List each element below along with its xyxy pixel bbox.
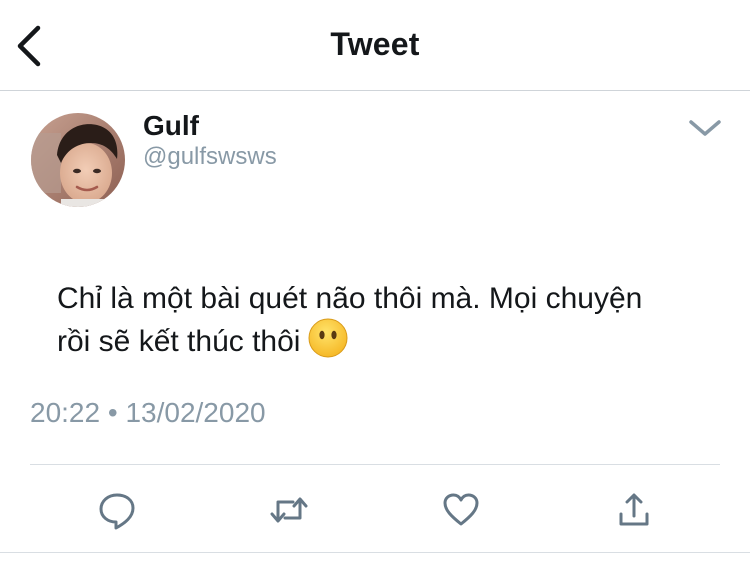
tweet-text-line: rồi sẽ kết thúc thôi: [57, 318, 737, 368]
share-button[interactable]: [614, 490, 654, 530]
reply-icon: [99, 493, 135, 530]
separator-dot: •: [107, 397, 118, 428]
top-bar: Tweet: [0, 0, 750, 91]
more-options-button[interactable]: [688, 117, 722, 139]
divider: [0, 552, 750, 553]
like-button[interactable]: [441, 490, 481, 530]
author-name[interactable]: Gulf: [143, 110, 199, 142]
reply-button[interactable]: [97, 490, 137, 530]
tweet-date: 13/02/2020: [125, 397, 266, 428]
tweet-time: 20:22: [30, 397, 101, 428]
tweet-text-line: Chỉ là một bài quét não thôi mà. Mọi chu…: [57, 282, 643, 315]
divider: [30, 464, 720, 465]
share-icon: [619, 493, 649, 526]
author-handle[interactable]: @gulfswsws: [143, 143, 277, 171]
face-without-mouth-emoji: [308, 318, 348, 368]
avatar-photo: [31, 113, 125, 207]
avatar[interactable]: [31, 113, 125, 207]
heart-icon: [443, 493, 479, 526]
page-title: Tweet: [330, 26, 420, 62]
retweet-icon: [270, 497, 308, 523]
tweet-timestamp: 20:22 • 13/02/2020: [30, 397, 266, 429]
tweet-text: Chỉ là một bài quét não thôi mà. Mọi chu…: [57, 279, 737, 368]
retweet-button[interactable]: [269, 490, 309, 530]
chevron-down-icon: [689, 120, 721, 136]
